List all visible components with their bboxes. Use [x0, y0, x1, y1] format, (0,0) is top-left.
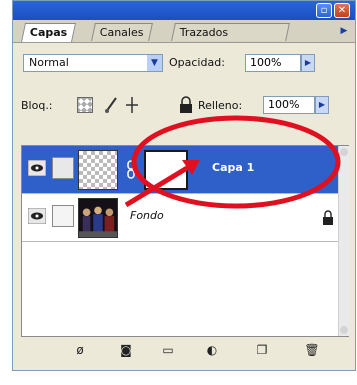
visibility-eye-icon[interactable] [28, 208, 46, 224]
lock-label: Bloq.: [21, 99, 53, 112]
trash-icon[interactable]: 🗑 [303, 342, 321, 358]
lock-icon [323, 210, 333, 225]
fill-slider-arrow-icon[interactable]: ▶ [315, 96, 329, 114]
layer-thumbnail-fondo [78, 198, 118, 238]
visibility-eye-icon[interactable] [28, 160, 46, 176]
chain-link-icon[interactable] [126, 160, 136, 180]
scroll-up-icon[interactable] [340, 148, 348, 156]
blend-mode-select[interactable]: Normal ▼ [23, 54, 163, 72]
layer-style-icon[interactable]: ø [71, 342, 89, 358]
tab-capas[interactable]: Capas [20, 23, 77, 42]
lock-transparency-icon[interactable] [77, 97, 93, 113]
layer-mask-thumbnail[interactable] [144, 150, 188, 190]
layers-scrollbar[interactable] [338, 146, 349, 336]
minimize-icon[interactable]: ▫ [316, 3, 332, 18]
chevron-down-icon: ▼ [147, 55, 162, 71]
add-mask-icon[interactable]: ◙ [117, 342, 135, 358]
new-layer-icon[interactable]: ❐ [253, 342, 271, 358]
opacity-label: Opacidad: [169, 56, 225, 69]
panel-menu-icon[interactable]: ▶ [337, 24, 351, 38]
panel-tabs: Capas Canales Trazados ▶ [13, 20, 355, 43]
layers-list: Capa 1 Fondo [21, 145, 349, 337]
adjustment-layer-icon[interactable]: ◐ [203, 342, 221, 358]
panel-titlebar: ▫ ✕ [13, 1, 355, 20]
fill-field[interactable]: 100% [263, 96, 315, 114]
scroll-down-icon[interactable] [340, 326, 348, 334]
layer-name-fondo: Fondo [130, 209, 164, 222]
opacity-field[interactable]: 100% [245, 54, 301, 72]
layers-bottom-toolbar: ø ◙ ▭ ◐ ❐ 🗑 [13, 339, 355, 363]
layer-row-fondo[interactable]: Fondo [22, 194, 338, 242]
new-group-icon[interactable]: ▭ [159, 342, 177, 358]
layer-thumbnail-capa-1 [78, 150, 118, 190]
close-icon[interactable]: ✕ [334, 3, 350, 18]
layers-panel: ▫ ✕ Capas Canales Trazados ▶ Normal ▼ Op… [12, 0, 356, 371]
layer-name-capa-1: Capa 1 [212, 161, 255, 174]
brush-link-icon[interactable] [52, 157, 74, 179]
lock-all-icon[interactable] [179, 96, 193, 114]
lock-pixels-icon[interactable] [103, 96, 119, 114]
lock-position-icon[interactable] [125, 96, 139, 114]
fill-label: Relleno: [198, 99, 243, 112]
tab-canales[interactable]: Canales [91, 23, 153, 41]
layer-row-capa-1[interactable]: Capa 1 [22, 146, 338, 194]
brush-link-empty[interactable] [52, 205, 74, 227]
opacity-slider-arrow-icon[interactable]: ▶ [301, 54, 315, 72]
tab-trazados[interactable]: Trazados [171, 23, 290, 41]
